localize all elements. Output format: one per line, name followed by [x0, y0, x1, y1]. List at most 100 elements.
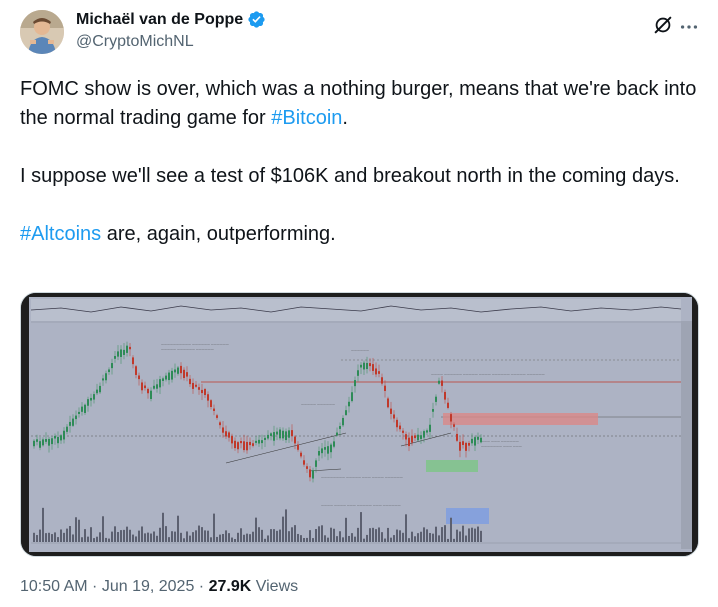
volume-bar — [258, 527, 260, 542]
candle-body — [282, 430, 284, 439]
volume-bar — [348, 535, 350, 542]
volume-bar — [183, 538, 185, 542]
volume-bar — [231, 537, 233, 542]
volume-bar — [195, 530, 197, 542]
volume-bar — [282, 516, 284, 542]
volume-bar — [222, 533, 224, 542]
candle-body — [141, 382, 143, 391]
volume-bar — [429, 532, 431, 542]
volume-bar — [342, 537, 344, 542]
meta-separator: · — [87, 578, 102, 595]
volume-bar — [48, 532, 50, 542]
candle-body — [135, 366, 137, 375]
volume-bar — [318, 526, 320, 542]
candle-body — [417, 434, 419, 441]
candle-body — [237, 442, 239, 450]
tweet-paragraph-1: FOMC show is over, which was a nothing b… — [20, 75, 700, 133]
volume-bar — [423, 527, 425, 542]
candle-body — [303, 460, 305, 465]
tweet-date[interactable]: Jun 19, 2025 — [102, 578, 195, 595]
svg-text:——— ——— ——————: ——— ——— —————— — [481, 439, 519, 443]
candle-body — [39, 441, 41, 448]
volume-bar — [189, 535, 191, 542]
volume-bar — [462, 525, 464, 542]
volume-bar — [192, 532, 194, 542]
candle-body — [117, 351, 119, 357]
candle-body — [351, 392, 353, 402]
candle-body — [102, 378, 104, 381]
volume-bar — [81, 537, 83, 542]
candle-body — [174, 369, 176, 373]
author-handle[interactable]: @CryptoMichNL — [76, 33, 194, 51]
tweet-text-segment: FOMC show is over, which was a nothing b… — [20, 78, 697, 129]
candle-body — [462, 441, 464, 445]
candle-body — [480, 437, 482, 443]
tweet-paragraph-2: I suppose we'll see a test of $106K and … — [20, 165, 680, 187]
volume-bar — [249, 534, 251, 542]
candle-body — [63, 430, 65, 440]
tweet-header: Michaël van de Poppe @CryptoMichNL — [20, 8, 700, 60]
candle-body — [378, 371, 380, 374]
candle-body — [444, 391, 446, 400]
candle-body — [240, 441, 242, 444]
avatar[interactable] — [20, 10, 64, 54]
volume-bar — [162, 512, 164, 542]
svg-text:——————: —————— — [351, 348, 369, 352]
candle-body — [426, 430, 428, 433]
volume-bar — [357, 527, 359, 542]
volume-bar — [294, 525, 296, 542]
tweet-time[interactable]: 10:50 AM — [20, 578, 88, 595]
volume-bar — [420, 531, 422, 542]
svg-text:—————————— —————— ——————: —————————— —————— —————— — [161, 342, 229, 346]
candle-body — [84, 404, 86, 413]
candle-body — [180, 365, 182, 374]
volume-bar — [474, 528, 476, 542]
candle-body — [60, 435, 62, 441]
volume-bar — [267, 535, 269, 542]
volume-bar — [333, 528, 335, 542]
volume-bar — [465, 535, 467, 542]
volume-bar — [66, 528, 68, 542]
volume-bar — [378, 527, 380, 542]
hashtag-bitcoin-link[interactable]: #Bitcoin — [271, 107, 342, 129]
volume-bar — [414, 536, 416, 542]
volume-bar — [270, 529, 272, 542]
volume-bar — [144, 533, 146, 542]
candle-body — [387, 398, 389, 408]
candle-body — [291, 430, 293, 437]
candle-body — [249, 441, 251, 446]
volume-bar — [285, 509, 287, 542]
candle-body — [234, 440, 236, 449]
volume-bar — [402, 532, 404, 542]
volume-bar — [168, 537, 170, 542]
volume-bar — [147, 532, 149, 542]
volume-bar — [411, 531, 413, 542]
verified-badge-icon[interactable] — [247, 10, 266, 29]
volume-bar — [477, 526, 479, 542]
chart-image[interactable]: —————————— —————— —————— ————— —————— ——… — [20, 292, 699, 557]
volume-bar — [135, 536, 137, 542]
candle-body — [294, 436, 296, 444]
svg-text:——————— ——— ———: ——————— ——— ——— — [481, 444, 522, 448]
candle-body — [195, 384, 197, 387]
candle-body — [414, 435, 416, 439]
volume-bar — [198, 525, 200, 542]
candle-body — [333, 441, 335, 447]
hashtag-altcoins-link[interactable]: #Altcoins — [20, 223, 101, 245]
volume-bar — [228, 533, 230, 542]
tweet-text-segment: are, again, outperforming. — [101, 223, 336, 245]
candle-body — [363, 362, 365, 370]
grok-icon[interactable] — [652, 14, 674, 36]
volume-bar — [387, 527, 389, 542]
candle-body — [162, 378, 164, 381]
more-options-icon[interactable] — [678, 16, 700, 38]
candle-body — [288, 430, 290, 438]
volume-bar — [345, 517, 347, 542]
candle-body — [375, 368, 377, 375]
volume-bar — [210, 537, 212, 542]
volume-bar — [366, 534, 368, 542]
volume-bar — [264, 538, 266, 542]
author-display-name[interactable]: Michaël van de Poppe — [76, 11, 243, 29]
candle-body — [465, 442, 467, 451]
candle-body — [252, 443, 254, 446]
